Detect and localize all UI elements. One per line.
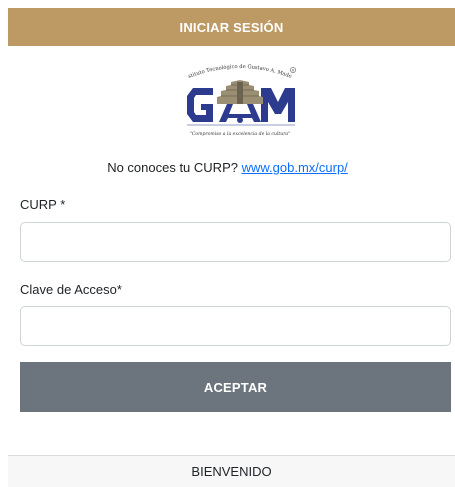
- password-input[interactable]: [20, 306, 451, 346]
- curp-input[interactable]: [20, 222, 451, 262]
- curp-label: CURP *: [20, 197, 66, 212]
- password-label: Clave de Acceso*: [20, 282, 122, 297]
- curp-help-question: No conoces tu CURP?: [107, 160, 238, 175]
- logo-pyramid: [217, 80, 263, 104]
- login-header: INICIAR SESIÓN: [8, 8, 455, 46]
- accept-button[interactable]: ACEPTAR: [20, 362, 451, 412]
- institution-logo: Instituto Tecnológico de Gustavo A. Made…: [175, 52, 305, 144]
- logo-letter-g: [187, 88, 213, 122]
- logo-institution-text: Instituto Tecnológico de Gustavo A. Made…: [175, 52, 292, 80]
- welcome-footer: BIENVENIDO: [8, 455, 455, 487]
- logo-motto: "Compromiso a la excelencia de la cultur…: [190, 131, 291, 137]
- logo-letter-m: [261, 88, 295, 122]
- institution-logo-graphic: Instituto Tecnológico de Gustavo A. Made…: [175, 52, 296, 137]
- curp-help: No conoces tu CURP? www.gob.mx/curp/: [0, 160, 455, 175]
- login-title: INICIAR SESIÓN: [179, 19, 284, 35]
- welcome-text: BIENVENIDO: [191, 464, 272, 479]
- curp-help-link[interactable]: www.gob.mx/curp/: [242, 160, 348, 175]
